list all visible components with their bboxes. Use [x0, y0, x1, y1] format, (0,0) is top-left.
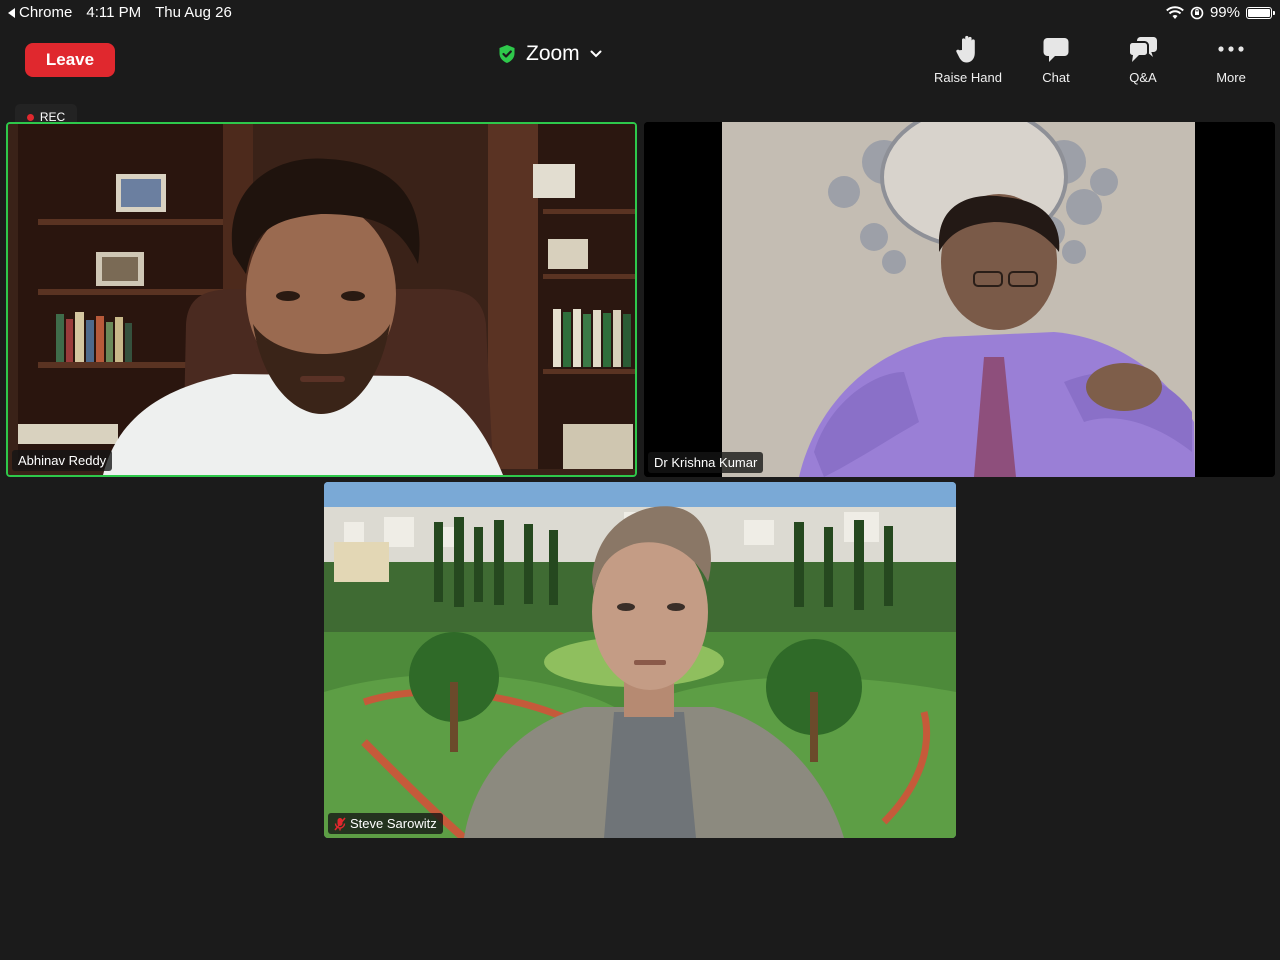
video-tile-abhinav-reddy[interactable]: Abhinav Reddy — [6, 122, 637, 477]
meeting-title: Zoom — [526, 42, 580, 65]
raise-hand-button[interactable]: Raise Hand — [928, 34, 1008, 85]
participant-name-label: Dr Krishna Kumar — [648, 452, 764, 473]
participant-video-abhinav-reddy — [8, 124, 635, 475]
status-bar: Chrome 4:11 PM Thu Aug 26 99% — [0, 0, 1280, 26]
more-label: More — [1216, 70, 1246, 85]
shield-check-icon — [499, 45, 515, 63]
qa-label: Q&A — [1129, 70, 1157, 85]
participant-name: Dr Krishna Kumar — [654, 455, 758, 470]
qa-button[interactable]: Q&A — [1103, 34, 1183, 85]
qa-icon — [1128, 37, 1157, 62]
chat-button[interactable]: Chat — [1016, 34, 1096, 85]
clock: 4:11 PM — [86, 4, 142, 21]
video-tile-steve-sarowitz[interactable]: Steve Sarowitz — [324, 482, 956, 838]
participant-name: Abhinav Reddy — [18, 453, 107, 468]
wifi-icon — [1166, 5, 1184, 19]
back-to-app-link[interactable]: Chrome — [8, 4, 72, 21]
participant-name: Steve Sarowitz — [350, 816, 437, 831]
chevron-down-icon — [590, 50, 602, 58]
meeting-title-dropdown[interactable]: Zoom — [498, 42, 602, 66]
participant-video-steve-sarowitz — [324, 482, 956, 838]
raise-hand-icon — [956, 35, 975, 63]
participant-name-label: Steve Sarowitz — [328, 813, 443, 834]
battery-icon — [1246, 6, 1275, 19]
more-dots-icon — [1218, 46, 1244, 52]
record-dot-icon — [26, 113, 34, 121]
back-arrow-icon — [8, 7, 15, 18]
more-button[interactable]: More — [1191, 34, 1271, 85]
video-tile-dr-krishna-kumar[interactable]: Dr Krishna Kumar — [644, 122, 1275, 477]
chat-label: Chat — [1042, 70, 1070, 85]
orientation-lock-icon — [1190, 6, 1204, 19]
back-app-label: Chrome — [19, 4, 73, 21]
raise-hand-label: Raise Hand — [934, 70, 1002, 85]
date: Thu Aug 26 — [155, 4, 232, 21]
participant-video-dr-krishna-kumar — [644, 122, 1275, 477]
battery-percent: 99% — [1209, 4, 1240, 21]
participant-name-label: Abhinav Reddy — [12, 450, 113, 471]
leave-button[interactable]: Leave — [25, 43, 115, 77]
chat-icon — [1043, 38, 1069, 62]
muted-mic-icon — [334, 816, 346, 831]
